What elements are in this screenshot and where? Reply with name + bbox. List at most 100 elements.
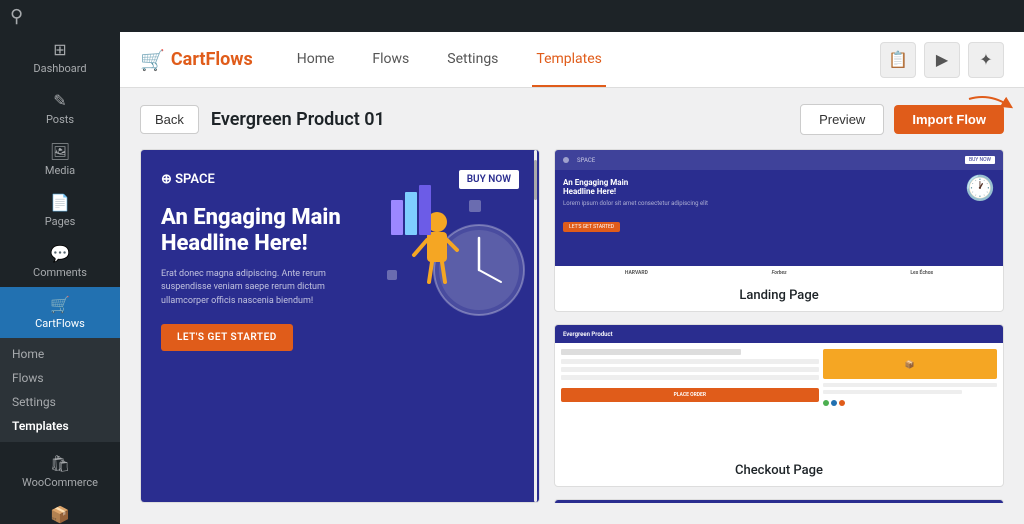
- lp-brands: HARVARD Forbes Les Échos: [555, 266, 1003, 280]
- nav-item-flows[interactable]: Flows: [368, 33, 413, 87]
- admin-bar: ⚲: [0, 0, 1024, 32]
- comments-icon: 💬: [50, 244, 70, 263]
- template-thumbnail-checkout-page: Evergreen Product PLACE ORDER: [555, 325, 1003, 455]
- template-thumbnail-thank-you-page: Thank You! ✓ Your Awesome Product: [555, 500, 1003, 503]
- back-button[interactable]: Back: [140, 105, 199, 134]
- preview-scrollbar[interactable]: [533, 150, 537, 502]
- brand-name: CartFlows: [171, 49, 253, 70]
- lp-content: An Engaging MainHeadline Here! Lorem ips…: [555, 170, 1003, 240]
- template-card-thank-you-page[interactable]: Thank You! ✓ Your Awesome Product: [554, 499, 1004, 503]
- import-tooltip-container: Click to importthe template Import Flow: [894, 105, 1004, 134]
- preview-body-text: Erat donec magna adipiscing. Ante rerum …: [161, 268, 361, 309]
- cp-product-img: 📦: [823, 349, 997, 379]
- cartflows-submenu: Home Flows Settings Templates: [0, 338, 120, 442]
- cp-content: PLACE ORDER 📦: [555, 343, 1003, 412]
- sidebar-item-products[interactable]: 📦 Products: [0, 497, 120, 524]
- brand: 🛒 CartFlows: [140, 48, 253, 72]
- cp-preview: Evergreen Product PLACE ORDER: [555, 325, 1003, 455]
- template-card-landing-page[interactable]: SPACE BUY NOW An Engaging MainHeadline H…: [554, 149, 1004, 312]
- sidebar-item-cf-flows[interactable]: Flows: [0, 366, 120, 390]
- lp-nav-btn: BUY NOW: [965, 156, 995, 164]
- template-thumbnail-landing-page: SPACE BUY NOW An Engaging MainHeadline H…: [555, 150, 1003, 280]
- sidebar-item-cf-templates[interactable]: Templates: [0, 414, 120, 438]
- preview-cta: LET'S GET STARTED: [161, 324, 293, 351]
- sidebar-item-label: CartFlows: [35, 317, 85, 330]
- main-content: 🛒 CartFlows Home Flows Settings Template…: [120, 0, 1024, 524]
- nav-item-home[interactable]: Home: [293, 33, 339, 87]
- preview-button[interactable]: Preview: [800, 104, 884, 135]
- woocommerce-icon: 🛍: [50, 454, 70, 473]
- lp-headline: An Engaging MainHeadline Here!: [563, 178, 995, 196]
- cp-price-row: [823, 383, 997, 387]
- cp-order-btn: PLACE ORDER: [561, 388, 819, 402]
- content-grid: ⊕ SPACE BUY NOW: [140, 149, 1004, 503]
- sidebar-item-label: WooCommerce: [22, 476, 98, 489]
- preview-scroll[interactable]: ⊕ SPACE BUY NOW: [141, 150, 539, 502]
- cp-row-1: [561, 349, 741, 355]
- cp-row-4: [561, 375, 819, 380]
- scrollbar-thumb: [534, 160, 537, 200]
- preview-logo: ⊕ SPACE: [161, 172, 215, 187]
- sidebar-item-cartflows[interactable]: 🛒 CartFlows: [0, 287, 120, 338]
- products-icon: 📦: [50, 505, 70, 524]
- sidebar-item-cf-settings[interactable]: Settings: [0, 390, 120, 414]
- page-title: Evergreen Product 01: [211, 109, 385, 130]
- sidebar-bottom: 🛍 WooCommerce 📦 Products 📊 Analytics 📣 M…: [0, 446, 120, 524]
- nav-icon-group: 📋 ▶ ✦: [880, 42, 1004, 78]
- cartflows-icon: 🛒: [50, 295, 70, 314]
- sidebar-item-label: Dashboard: [33, 62, 86, 75]
- sidebar-item-label: Pages: [45, 215, 76, 228]
- lp-logo-dot: [563, 157, 569, 163]
- doc-icon-button[interactable]: 📋: [880, 42, 916, 78]
- lp-logo-text: SPACE: [577, 157, 595, 164]
- header-actions: Preview Click to importthe template Impo…: [800, 104, 1004, 135]
- scrollbar-track: [534, 150, 537, 502]
- sidebar-item-media[interactable]: 🖼 Media: [0, 134, 120, 185]
- cp-left: PLACE ORDER: [561, 349, 819, 406]
- nav-item-settings[interactable]: Settings: [443, 33, 502, 87]
- ty-header: Thank You!: [555, 500, 1003, 503]
- sidebar-item-pages[interactable]: 📄 Pages: [0, 185, 120, 236]
- import-flow-button[interactable]: Import Flow: [894, 105, 1004, 134]
- sidebar-item-posts[interactable]: ✎ Posts: [0, 83, 120, 134]
- star-icon-button[interactable]: ✦: [968, 42, 1004, 78]
- pages-icon: 📄: [50, 193, 70, 212]
- sidebar-item-cf-home[interactable]: Home: [0, 342, 120, 366]
- brand-icon: 🛒: [140, 48, 165, 72]
- cp-color-dots: [823, 400, 997, 406]
- header-bar: Back Evergreen Product 01 Preview Click …: [140, 104, 1004, 135]
- preview-headline: An Engaging Main Headline Here!: [161, 205, 361, 258]
- lp-preview: SPACE BUY NOW An Engaging MainHeadline H…: [555, 150, 1003, 280]
- sidebar-item-dashboard[interactable]: ⊞ Dashboard: [0, 32, 120, 83]
- preview-panel: ⊕ SPACE BUY NOW: [140, 149, 540, 503]
- thumbnails-panel: SPACE BUY NOW An Engaging MainHeadline H…: [554, 149, 1004, 503]
- video-icon-button[interactable]: ▶: [924, 42, 960, 78]
- wp-logo-icon: ⚲: [10, 6, 23, 27]
- sidebar-item-comments[interactable]: 💬 Comments: [0, 236, 120, 287]
- sidebar-item-label: Posts: [46, 113, 74, 126]
- cp-product-icon: 📦: [905, 360, 915, 369]
- posts-icon: ✎: [53, 91, 66, 110]
- template-label-landing-page: Landing Page: [555, 280, 1003, 311]
- top-nav: 🛒 CartFlows Home Flows Settings Template…: [120, 32, 1024, 88]
- dot-blue: [831, 400, 837, 406]
- cp-row-3: [561, 367, 819, 372]
- template-label-checkout-page: Checkout Page: [555, 455, 1003, 486]
- lp-text: Lorem ipsum dolor sit amet consectetur a…: [563, 200, 995, 207]
- cp-btn-text: PLACE ORDER: [674, 392, 706, 398]
- ty-preview: Thank You! ✓ Your Awesome Product: [555, 500, 1003, 503]
- lp-cta: LET'S GET STARTED: [563, 222, 620, 232]
- cp-header: Evergreen Product: [555, 325, 1003, 343]
- cp-total-row: [823, 390, 963, 394]
- dot-orange: [839, 400, 845, 406]
- sidebar-item-woocommerce[interactable]: 🛍 WooCommerce: [0, 446, 120, 497]
- nav-item-templates[interactable]: Templates: [532, 33, 606, 87]
- template-card-checkout-page[interactable]: Evergreen Product PLACE ORDER: [554, 324, 1004, 487]
- lp-illustration: 🕐: [965, 174, 995, 202]
- sidebar: ⊞ Dashboard ✎ Posts 🖼 Media 📄 Pages 💬 Co…: [0, 0, 120, 524]
- cp-header-text: Evergreen Product: [563, 331, 613, 338]
- cp-right: 📦: [823, 349, 997, 406]
- preview-illustration: [369, 170, 529, 330]
- tooltip-text: Click to importthe template: [831, 88, 924, 89]
- dashboard-icon: ⊞: [53, 40, 66, 59]
